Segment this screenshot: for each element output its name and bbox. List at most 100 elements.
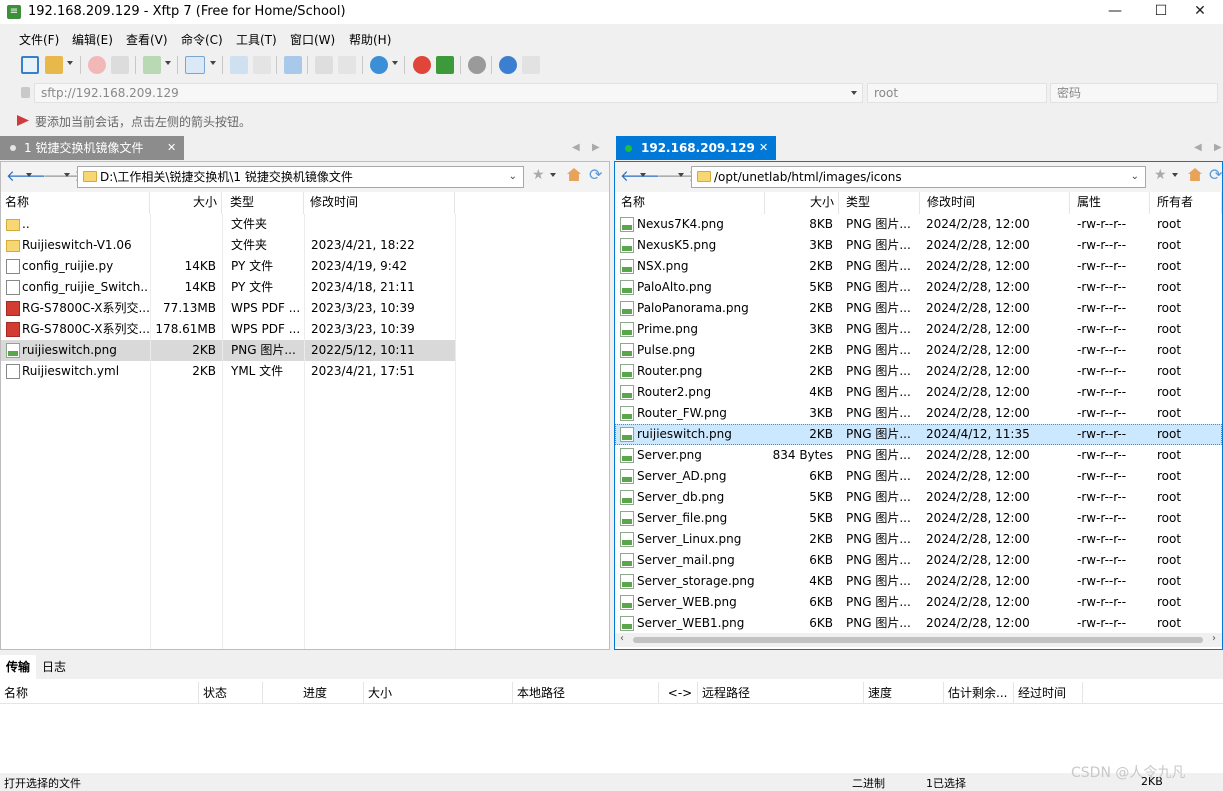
open-session-icon[interactable] — [45, 56, 63, 74]
table-row[interactable]: Server_storage.png 4KB PNG 图片... 2024/2/28,… — [615, 571, 1222, 592]
bookmark-star-icon[interactable]: ★ — [532, 167, 545, 183]
table-row[interactable]: config_ruijie.py 14KB PY 文件 2023/4/19, 9:42 — [1, 256, 455, 277]
tab-local[interactable]: 1 锐捷交换机镜像文件 ✕ — [0, 136, 184, 160]
menu-file[interactable]: 文件(F) — [19, 31, 59, 48]
local-path-input[interactable]: D:\工作相关\锐捷交换机\1 锐捷交换机镜像文件 ⌄ — [77, 166, 524, 188]
col-name[interactable]: 名称 — [615, 192, 765, 214]
table-row[interactable]: RG-S7800C-X系列交... 178.61MB WPS PDF ... 2023… — [1, 319, 455, 340]
table-row[interactable]: Server_Linux.png 2KB PNG 图片... 2024/2/28, 1… — [615, 529, 1222, 550]
col-size[interactable]: 大小 — [150, 192, 222, 214]
back-dropdown-icon[interactable] — [640, 173, 646, 177]
menu-view[interactable]: 查看(V) — [126, 31, 168, 48]
table-row[interactable]: NexusK5.png 3KB PNG 图片... 2024/2/28, 12:00 -… — [615, 235, 1222, 256]
host-dropdown-icon[interactable] — [851, 91, 857, 95]
bookmark-dropdown-icon[interactable] — [1172, 173, 1178, 177]
col-remote-path[interactable]: 远程路径 — [698, 682, 864, 704]
remote-path-input[interactable]: /opt/unetlab/html/images/icons ⌄ — [691, 166, 1146, 188]
tab-scroll-right-icon[interactable]: ▶ — [1214, 136, 1222, 160]
col-modified[interactable]: 修改时间 — [920, 192, 1070, 214]
path-dropdown-icon[interactable]: ⌄ — [509, 167, 517, 187]
horizontal-scrollbar[interactable]: ‹ › — [615, 633, 1222, 647]
new-dropdown-icon[interactable] — [165, 61, 171, 65]
tab-remote[interactable]: 192.168.209.129 ✕ — [616, 136, 776, 160]
tab-transfers[interactable]: 传输 — [0, 655, 37, 679]
reconnect-icon[interactable] — [111, 56, 129, 74]
xshell-icon[interactable] — [413, 56, 431, 74]
col-status[interactable]: 状态 — [199, 682, 263, 704]
table-row[interactable]: Ruijieswitch.yml 2KB YML 文件 2023/4/21, 17:5… — [1, 361, 455, 382]
col-local-path[interactable]: 本地路径 — [513, 682, 659, 704]
refresh-icon[interactable]: ⟳ — [1209, 165, 1222, 184]
bookmark-dropdown-icon[interactable] — [550, 173, 556, 177]
col-size[interactable]: 大小 — [364, 682, 513, 704]
username-input[interactable]: root — [867, 83, 1047, 103]
table-row[interactable]: ruijieswitch.png 2KB PNG 图片... 2024/4/12, 1… — [615, 424, 1222, 445]
table-row[interactable]: Server_file.png 5KB PNG 图片... 2024/2/28, 12… — [615, 508, 1222, 529]
table-row[interactable]: Router_FW.png 3KB PNG 图片... 2024/2/28, 12:0… — [615, 403, 1222, 424]
table-row[interactable]: PaloAlto.png 5KB PNG 图片... 2024/2/28, 12:00… — [615, 277, 1222, 298]
sync-icon[interactable] — [284, 56, 302, 74]
layout-icon[interactable] — [185, 56, 205, 74]
menu-command[interactable]: 命令(C) — [181, 31, 223, 48]
help-icon[interactable] — [499, 56, 517, 74]
table-row[interactable]: RG-S7800C-X系列交... 77.13MB WPS PDF ... 2023/… — [1, 298, 455, 319]
col-type[interactable]: 类型 — [222, 192, 304, 214]
table-row[interactable]: Server_mail.png 6KB PNG 图片... 2024/2/28, 12… — [615, 550, 1222, 571]
tab-close-icon[interactable]: ✕ — [759, 136, 768, 160]
table-row[interactable]: Server.png 834 Bytes PNG 图片... 2024/2/28, 1… — [615, 445, 1222, 466]
table-row[interactable]: Nexus7K4.png 8KB PNG 图片... 2024/2/28, 12:00… — [615, 214, 1222, 235]
col-size[interactable]: 大小 — [765, 192, 839, 214]
bookmark-star-icon[interactable]: ★ — [1154, 167, 1167, 183]
settings-gear-icon[interactable] — [468, 56, 486, 74]
forward-dropdown-icon[interactable] — [678, 173, 684, 177]
tab-scroll-left-icon[interactable]: ◀ — [1194, 136, 1202, 160]
layout-dropdown-icon[interactable] — [210, 61, 216, 65]
col-type[interactable]: 类型 — [839, 192, 920, 214]
col-name[interactable]: 名称 — [0, 682, 199, 704]
upload-icon[interactable] — [230, 56, 248, 74]
table-row[interactable]: Ruijieswitch-V1.06 文件夹 2023/4/21, 18:22 — [1, 235, 455, 256]
col-direction[interactable]: <-> — [659, 682, 698, 704]
close-button[interactable]: ✕ — [1177, 0, 1223, 24]
new-session-icon[interactable] — [21, 56, 39, 74]
scrollbar-thumb[interactable] — [633, 637, 1203, 643]
table-row[interactable]: NSX.png 2KB PNG 图片... 2024/2/28, 12:00 -rw-r… — [615, 256, 1222, 277]
copy-icon[interactable] — [315, 56, 333, 74]
disconnect-icon[interactable] — [88, 56, 106, 74]
col-owner[interactable]: 所有者 — [1150, 192, 1222, 214]
xftp-icon[interactable] — [436, 56, 454, 74]
table-row[interactable]: Server_AD.png 6KB PNG 图片... 2024/2/28, 12:0… — [615, 466, 1222, 487]
col-progress[interactable]: 进度 — [263, 682, 364, 704]
globe-icon[interactable] — [370, 56, 388, 74]
path-dropdown-icon[interactable]: ⌄ — [1131, 167, 1139, 187]
menu-edit[interactable]: 编辑(E) — [72, 31, 113, 48]
forward-dropdown-icon[interactable] — [64, 173, 70, 177]
table-row[interactable]: Router.png 2KB PNG 图片... 2024/2/28, 12:00 -r… — [615, 361, 1222, 382]
back-dropdown-icon[interactable] — [26, 173, 32, 177]
tab-log[interactable]: 日志 — [36, 655, 72, 679]
col-speed[interactable]: 速度 — [864, 682, 944, 704]
table-row[interactable]: Pulse.png 2KB PNG 图片... 2024/2/28, 12:00 -rw… — [615, 340, 1222, 361]
table-row[interactable]: Server_WEB1.png 6KB PNG 图片... 2024/2/28, 12… — [615, 613, 1222, 634]
col-name[interactable]: 名称 — [1, 192, 150, 214]
tab-close-icon[interactable]: ✕ — [167, 136, 176, 160]
add-session-arrow-icon[interactable] — [17, 115, 29, 126]
table-row[interactable]: Router2.png 4KB PNG 图片... 2024/2/28, 12:00 -… — [615, 382, 1222, 403]
message-icon[interactable] — [522, 56, 540, 74]
refresh-icon[interactable]: ⟳ — [589, 165, 602, 184]
password-input[interactable]: 密码 — [1050, 83, 1218, 103]
tab-scroll-left-icon[interactable]: ◀ — [572, 136, 580, 160]
scroll-left-icon[interactable]: ‹ — [620, 633, 624, 644]
menu-tools[interactable]: 工具(T) — [236, 31, 277, 48]
paste-icon[interactable] — [338, 56, 356, 74]
open-dropdown-icon[interactable] — [67, 61, 73, 65]
host-url-input[interactable]: sftp://192.168.209.129 — [34, 83, 863, 103]
scroll-right-icon[interactable]: › — [1212, 633, 1216, 644]
home-icon[interactable] — [567, 168, 581, 181]
globe-dropdown-icon[interactable] — [392, 61, 398, 65]
download-icon[interactable] — [253, 56, 271, 74]
table-row[interactable]: Server_db.png 5KB PNG 图片... 2024/2/28, 12:0… — [615, 487, 1222, 508]
minimize-button[interactable]: — — [1092, 0, 1138, 24]
tab-scroll-right-icon[interactable]: ▶ — [592, 136, 600, 160]
table-row[interactable]: ruijieswitch.png 2KB PNG 图片... 2022/5/12, 1… — [1, 340, 455, 361]
